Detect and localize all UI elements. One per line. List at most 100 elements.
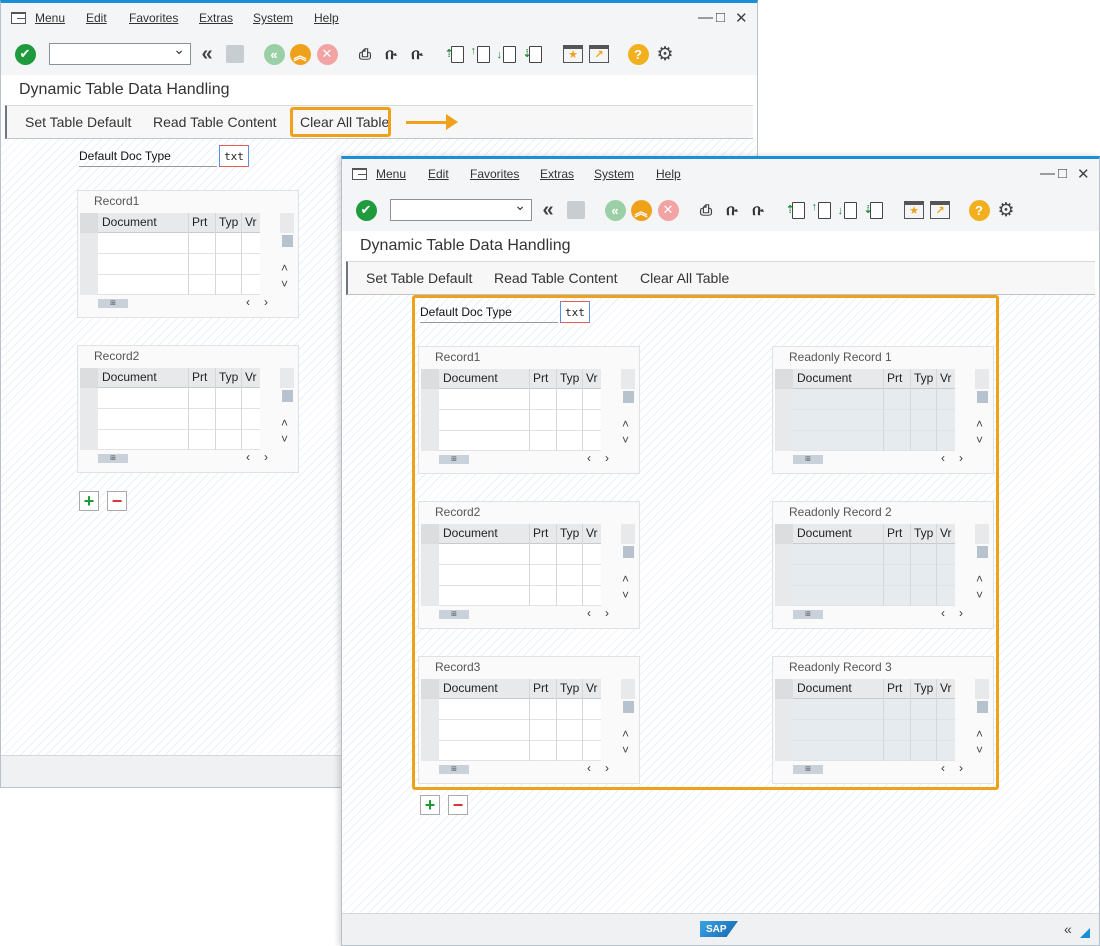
remove-record-button[interactable]: − (107, 491, 127, 511)
minimize-button[interactable]: — (698, 9, 713, 26)
horizontal-scroll-thumb[interactable]: ⊞ (98, 454, 128, 463)
set-table-default-button[interactable]: Set Table Default (25, 114, 131, 130)
add-record-button[interactable]: + (79, 491, 99, 511)
up-icon[interactable]: ︽ (629, 198, 653, 222)
set-table-default-button[interactable]: Set Table Default (366, 270, 472, 286)
scroll-down-icon[interactable]: ˅ (281, 432, 288, 446)
maximize-button[interactable]: □ (1058, 165, 1067, 182)
next-page-icon[interactable]: ↓ (838, 198, 862, 222)
menu-extras[interactable]: Extras (199, 11, 233, 25)
find-icon[interactable]: ቡ (720, 198, 744, 222)
menu-icon[interactable] (352, 168, 367, 180)
find-icon[interactable]: ቡ (379, 42, 403, 66)
create-session-icon[interactable]: ★ (902, 198, 926, 222)
scroll-down-icon[interactable]: ˅ (281, 277, 288, 291)
table-row[interactable] (98, 409, 260, 430)
add-record-button[interactable]: + (420, 795, 440, 815)
save-icon[interactable] (564, 198, 588, 222)
col-vr[interactable]: Vr (245, 370, 257, 384)
shortcut-icon[interactable]: ↗ (587, 42, 611, 66)
shortcut-icon[interactable]: ↗ (928, 198, 952, 222)
scroll-up-icon[interactable]: ˄ (281, 416, 288, 430)
read-table-content-button[interactable]: Read Table Content (494, 270, 618, 286)
scroll-right-icon[interactable]: › (264, 450, 268, 464)
back-icon[interactable]: « (195, 42, 219, 66)
col-prt[interactable]: Prt (192, 370, 207, 384)
col-typ[interactable]: Typ (219, 215, 238, 229)
menu-extras[interactable]: Extras (540, 167, 574, 181)
col-vr[interactable]: Vr (245, 215, 257, 229)
menu-edit[interactable]: Edit (428, 167, 449, 181)
print-icon[interactable]: ⎙ (353, 42, 377, 66)
menu-favorites[interactable]: Favorites (470, 167, 519, 181)
default-doc-type-input[interactable]: txt (219, 145, 249, 167)
row-selector[interactable] (80, 233, 98, 295)
resize-grip-icon[interactable] (1080, 928, 1090, 938)
menu-help[interactable]: Help (314, 11, 339, 25)
last-page-icon[interactable]: ⇣ (523, 42, 547, 66)
read-table-content-button[interactable]: Read Table Content (153, 114, 277, 130)
table-row[interactable] (98, 430, 260, 450)
collapse-status-icon[interactable]: « (1064, 921, 1072, 937)
settings-icon[interactable]: ⚙ (653, 42, 677, 66)
col-document[interactable]: Document (102, 215, 157, 229)
settings-icon[interactable]: ⚙ (994, 198, 1018, 222)
cancel-icon[interactable]: ✕ (656, 198, 680, 222)
col-document[interactable]: Document (102, 370, 157, 384)
up-icon[interactable]: ︽ (288, 42, 312, 66)
close-button[interactable]: ✕ (1077, 165, 1090, 183)
table-row[interactable] (98, 254, 260, 275)
table-row[interactable] (98, 275, 260, 295)
command-field[interactable] (49, 41, 191, 65)
save-icon[interactable] (223, 42, 247, 66)
print-icon[interactable]: ⎙ (694, 198, 718, 222)
help-icon[interactable]: ? (967, 198, 991, 222)
select-all-cell[interactable] (80, 213, 98, 233)
col-prt[interactable]: Prt (192, 215, 207, 229)
help-icon[interactable]: ? (626, 42, 650, 66)
enter-icon[interactable]: ✔ (13, 42, 37, 66)
table-row[interactable] (98, 233, 260, 254)
close-button[interactable]: ✕ (735, 9, 748, 27)
exit-icon[interactable]: « (603, 198, 627, 222)
find-next-icon[interactable]: ቡ (746, 198, 770, 222)
menu-favorites[interactable]: Favorites (129, 11, 178, 25)
menu-system[interactable]: System (253, 11, 293, 25)
scroll-up-icon[interactable]: ˄ (281, 261, 288, 275)
col-typ[interactable]: Typ (219, 370, 238, 384)
first-page-icon[interactable]: ⇡ (786, 198, 810, 222)
find-next-icon[interactable]: ቡ (405, 42, 429, 66)
exit-icon[interactable]: « (262, 42, 286, 66)
scroll-right-icon[interactable]: › (264, 295, 268, 309)
remove-record-button[interactable]: − (448, 795, 468, 815)
prev-page-icon[interactable]: ↑ (471, 42, 495, 66)
select-all-cell[interactable] (80, 368, 98, 388)
scroll-left-icon[interactable]: ‹ (246, 450, 250, 464)
vertical-scrollbar[interactable]: ˄ ˅ (278, 213, 296, 295)
command-field[interactable] (390, 197, 532, 221)
minimize-button[interactable]: — (1040, 165, 1055, 182)
scroll-left-icon[interactable]: ‹ (246, 295, 250, 309)
table-row[interactable] (98, 388, 260, 409)
next-page-icon[interactable]: ↓ (497, 42, 521, 66)
menu-help[interactable]: Help (656, 167, 681, 181)
clear-all-table-button[interactable]: Clear All Table (640, 270, 729, 286)
back-icon[interactable]: « (536, 198, 560, 222)
maximize-button[interactable]: □ (716, 9, 725, 26)
create-session-icon[interactable]: ★ (561, 42, 585, 66)
menu-edit[interactable]: Edit (86, 11, 107, 25)
first-page-icon[interactable]: ⇡ (445, 42, 469, 66)
menu-system[interactable]: System (594, 167, 634, 181)
cancel-icon[interactable]: ✕ (315, 42, 339, 66)
menu-menu[interactable]: Menu (376, 167, 406, 181)
vertical-scrollbar[interactable]: ˄ ˅ (278, 368, 296, 450)
scroll-thumb[interactable] (282, 390, 293, 402)
last-page-icon[interactable]: ⇣ (864, 198, 888, 222)
menu-menu[interactable]: Menu (35, 11, 65, 25)
scroll-thumb[interactable] (282, 235, 293, 247)
prev-page-icon[interactable]: ↑ (812, 198, 836, 222)
enter-icon[interactable]: ✔ (354, 198, 378, 222)
row-selector[interactable] (80, 388, 98, 450)
menu-icon[interactable] (11, 12, 26, 24)
horizontal-scroll-thumb[interactable]: ⊞ (98, 299, 128, 308)
